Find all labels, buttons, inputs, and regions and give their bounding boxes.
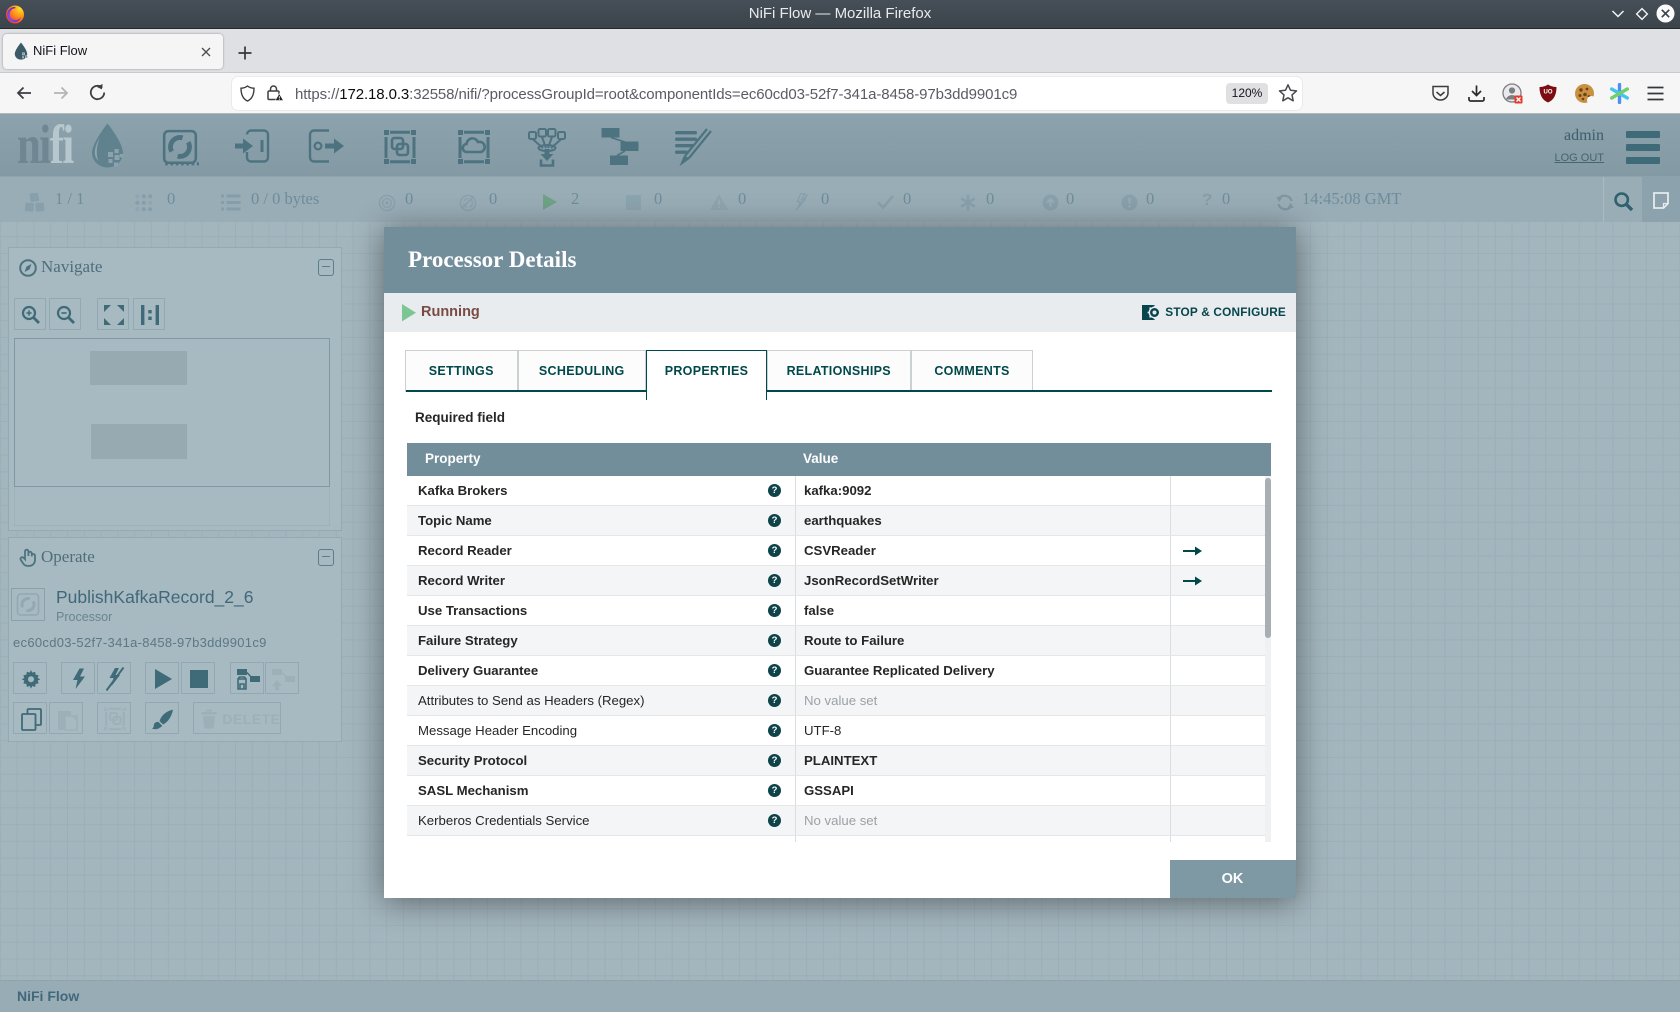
svg-text:UO: UO (1544, 90, 1553, 96)
